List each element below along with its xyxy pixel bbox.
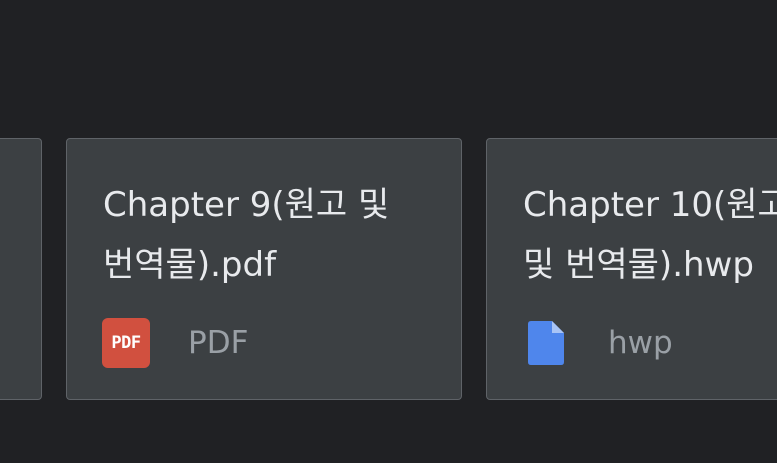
file-name-line-1: Chapter 10(원고 — [523, 185, 777, 225]
file-card-chapter-9[interactable]: Chapter 9(원고 및 번역물).pdf PDF PDF — [66, 138, 462, 400]
pdf-icon: PDF — [102, 318, 150, 368]
pdf-icon-text: PDF — [111, 333, 141, 353]
file-name: Chapter 9(원고 및 번역물).pdf — [103, 175, 461, 295]
file-card-chapter-10[interactable]: Chapter 10(원고 및 번역물).hwp hwp — [486, 138, 777, 400]
file-type-label: PDF — [188, 325, 249, 361]
file-type-row: PDF PDF — [102, 317, 248, 369]
file-carousel: Chapter 9(원고 및 번역물).pdf PDF PDF Chapter … — [0, 0, 777, 463]
file-card-partial[interactable] — [0, 138, 42, 400]
file-name-line-2: 및 번역물).hwp — [523, 245, 754, 285]
file-name: Chapter 10(원고 및 번역물).hwp — [523, 175, 777, 295]
file-type-label: hwp — [608, 325, 673, 361]
document-icon — [522, 318, 570, 368]
file-type-row: hwp — [522, 317, 673, 369]
file-name-line-2: 번역물).pdf — [103, 245, 277, 285]
file-name-line-1: Chapter 9(원고 및 — [103, 185, 390, 225]
